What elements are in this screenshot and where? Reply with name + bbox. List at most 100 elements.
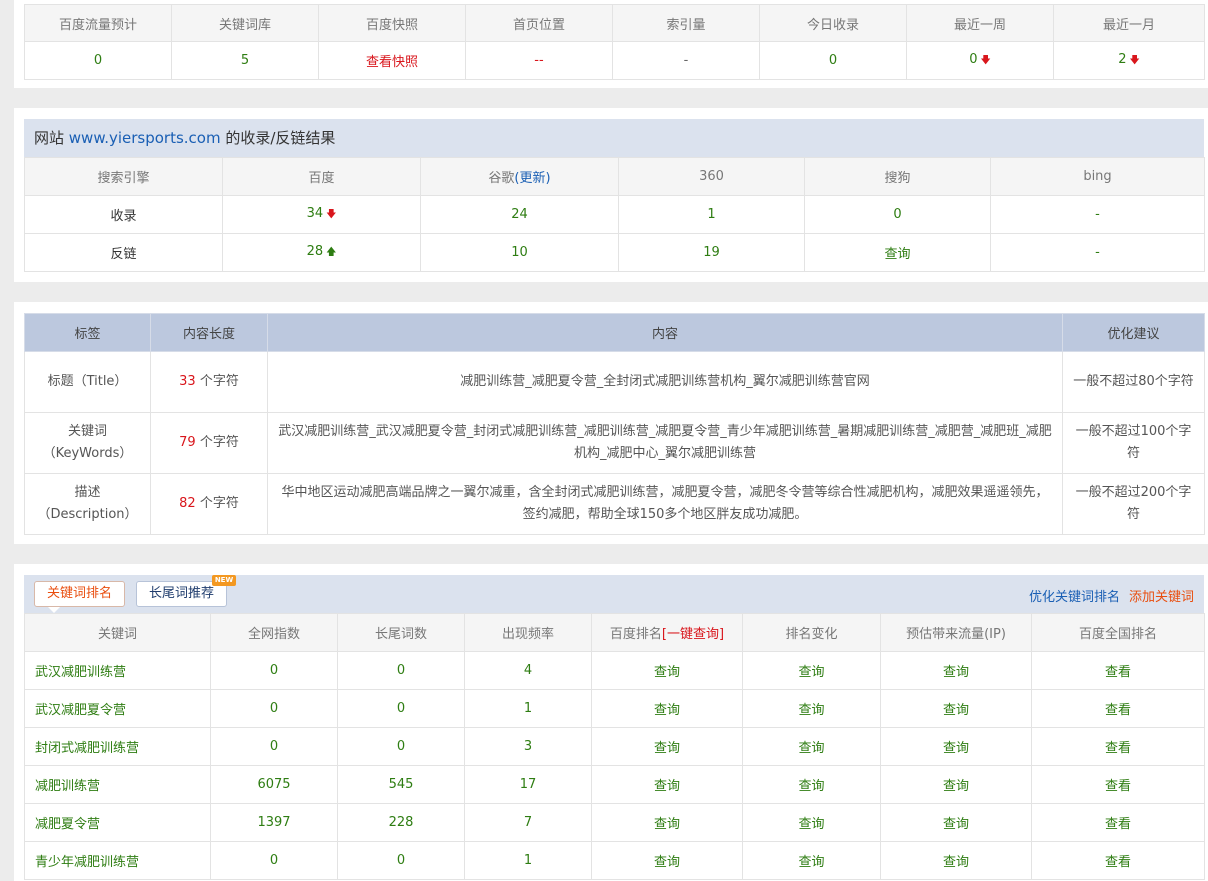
meta-content: 武汉减肥训练营_武汉减肥夏令营_封闭式减肥训练营_减肥训练营_减肥夏令营_青少年… (267, 412, 1063, 474)
google-backlink-value[interactable]: 10 (420, 233, 619, 272)
keyword-panel: 关键词排名 长尾词推荐 NEW 优化关键词排名 添加关键词 关键词 全网指数 长… (14, 564, 1208, 881)
keyword-table-body: 武汉减肥训练营 0 0 4 查询 查询 查询 查看 武汉减肥夏令营 0 0 1 查询 查询 查询 查看 封闭式减… (24, 651, 1205, 880)
longtail-value[interactable]: 0 (337, 689, 465, 728)
title-prefix: 网站 (34, 129, 69, 147)
s360-backlink-value[interactable]: 19 (618, 233, 805, 272)
traffic-query-link[interactable]: 查询 (880, 727, 1032, 766)
title-suffix: 的收录/反链结果 (220, 129, 336, 147)
change-query-link[interactable]: 查询 (742, 689, 881, 728)
summary-header-row: 百度流量预计 关键词库 百度快照 首页位置 索引量 今日收录 最近一周 最近一月 (24, 4, 1205, 42)
google-included-value[interactable]: 24 (420, 195, 619, 234)
indexing-row-included: 收录 34 🡇 24 1 0 - (24, 195, 1205, 234)
rank-query-link[interactable]: 查询 (591, 803, 743, 842)
baidu-backlink-value[interactable]: 28 (307, 244, 324, 259)
week-cell: 0 🡇 (906, 41, 1054, 80)
baidu-backlink-cell: 28 🡅 (222, 233, 421, 272)
keyword-link[interactable]: 武汉减肥训练营 (24, 651, 211, 690)
keyword-lib-value[interactable]: 5 (171, 41, 319, 80)
frequency-value: 4 (464, 651, 592, 690)
national-view-link[interactable]: 查看 (1031, 689, 1205, 728)
header-360: 360 (618, 157, 805, 196)
header-keyword-lib: 关键词库 (171, 4, 319, 42)
header-engine: 搜索引擎 (24, 157, 223, 196)
keyword-link[interactable]: 减肥夏令营 (24, 803, 211, 842)
longtail-value[interactable]: 0 (337, 841, 465, 880)
rank-query-link[interactable]: 查询 (591, 765, 743, 804)
meta-row-keywords: 关键词 （KeyWords） 79 个字符 武汉减肥训练营_武汉减肥夏令营_封闭式… (24, 412, 1205, 474)
change-query-link[interactable]: 查询 (742, 841, 881, 880)
arrow-down-icon: 🡇 (326, 208, 337, 220)
google-label: 谷歌 (488, 171, 515, 186)
today-value: 0 (759, 41, 907, 80)
sogou-backlink-query[interactable]: 查询 (804, 233, 991, 272)
header-content: 内容 (267, 313, 1063, 352)
optimize-ranking-link[interactable]: 优化关键词排名 (1029, 586, 1120, 605)
traffic-query-link[interactable]: 查询 (880, 765, 1032, 804)
label-line: （Description） (37, 507, 138, 522)
header-tag: 标签 (24, 313, 151, 352)
traffic-query-link[interactable]: 查询 (880, 689, 1032, 728)
header-snapshot: 百度快照 (318, 4, 466, 42)
national-view-link[interactable]: 查看 (1031, 765, 1205, 804)
traffic-value: 0 (24, 41, 172, 80)
longtail-value[interactable]: 545 (337, 765, 465, 804)
bing-included-value: - (990, 195, 1205, 234)
change-query-link[interactable]: 查询 (742, 727, 881, 766)
google-update-link[interactable]: (更新) (514, 171, 550, 186)
rank-query-link[interactable]: 查询 (591, 651, 743, 690)
tab-keyword-rank[interactable]: 关键词排名 (34, 581, 125, 607)
longtail-value[interactable]: 0 (337, 651, 465, 690)
indexing-table: 搜索引擎 百度 谷歌(更新) 360 搜狗 bing 收录 34 🡇 24 1 0… (24, 157, 1205, 272)
index-value: 0 (210, 689, 338, 728)
summary-value-row: 0 5 查看快照 -- - 0 0 🡇 2 🡇 (24, 41, 1205, 80)
change-query-link[interactable]: 查询 (742, 803, 881, 842)
month-value: 2 (1118, 51, 1127, 67)
meta-length: 33 个字符 (150, 351, 268, 413)
frequency-value: 3 (464, 727, 592, 766)
national-view-link[interactable]: 查看 (1031, 841, 1205, 880)
indexing-title: 网站 www.yiersports.com 的收录/反链结果 (24, 119, 1204, 157)
index-value: 1397 (210, 803, 338, 842)
snapshot-link[interactable]: 查看快照 (318, 41, 466, 80)
row-label: 反链 (24, 233, 223, 272)
keyword-link[interactable]: 减肥训练营 (24, 765, 211, 804)
traffic-query-link[interactable]: 查询 (880, 651, 1032, 690)
header-week: 最近一周 (906, 4, 1054, 42)
s360-included-value[interactable]: 1 (618, 195, 805, 234)
longtail-value[interactable]: 0 (337, 727, 465, 766)
frequency-value: 7 (464, 803, 592, 842)
keyword-link[interactable]: 青少年减肥训练营 (24, 841, 211, 880)
change-query-link[interactable]: 查询 (742, 765, 881, 804)
rank-query-link[interactable]: 查询 (591, 689, 743, 728)
sogou-included-value[interactable]: 0 (804, 195, 991, 234)
length-unit: 个字符 (199, 374, 239, 389)
keyword-link[interactable]: 封闭式减肥训练营 (24, 727, 211, 766)
table-row: 武汉减肥训练营 0 0 4 查询 查询 查询 查看 (24, 651, 1205, 690)
domain-link[interactable]: www.yiersports.com (69, 129, 221, 147)
rank-query-link[interactable]: 查询 (591, 727, 743, 766)
national-view-link[interactable]: 查看 (1031, 803, 1205, 842)
national-view-link[interactable]: 查看 (1031, 727, 1205, 766)
keyword-link[interactable]: 武汉减肥夏令营 (24, 689, 211, 728)
keyword-table: 关键词 全网指数 长尾词数 出现频率 百度排名[一键查询] 排名变化 预估带来流… (24, 613, 1205, 880)
national-view-link[interactable]: 查看 (1031, 651, 1205, 690)
table-row: 青少年减肥训练营 0 0 1 查询 查询 查询 查看 (24, 841, 1205, 880)
header-bing: bing (990, 157, 1205, 196)
header-length: 内容长度 (150, 313, 268, 352)
header-month: 最近一月 (1053, 4, 1205, 42)
one-click-query-link[interactable]: [一键查询] (662, 627, 724, 642)
longtail-value[interactable]: 228 (337, 803, 465, 842)
label-line: （KeyWords） (42, 446, 133, 461)
meta-advice: 一般不超过200个字符 (1062, 473, 1205, 535)
header-index: 全网指数 (210, 613, 338, 652)
table-row: 减肥夏令营 1397 228 7 查询 查询 查询 查看 (24, 803, 1205, 842)
traffic-query-link[interactable]: 查询 (880, 841, 1032, 880)
baidu-included-value[interactable]: 34 (307, 206, 324, 221)
label-line: 关键词 (67, 424, 107, 439)
traffic-query-link[interactable]: 查询 (880, 803, 1032, 842)
rank-query-link[interactable]: 查询 (591, 841, 743, 880)
change-query-link[interactable]: 查询 (742, 651, 881, 690)
bing-backlink-value: - (990, 233, 1205, 272)
add-keyword-link[interactable]: 添加关键词 (1129, 586, 1194, 605)
length-value: 79 (179, 435, 196, 450)
